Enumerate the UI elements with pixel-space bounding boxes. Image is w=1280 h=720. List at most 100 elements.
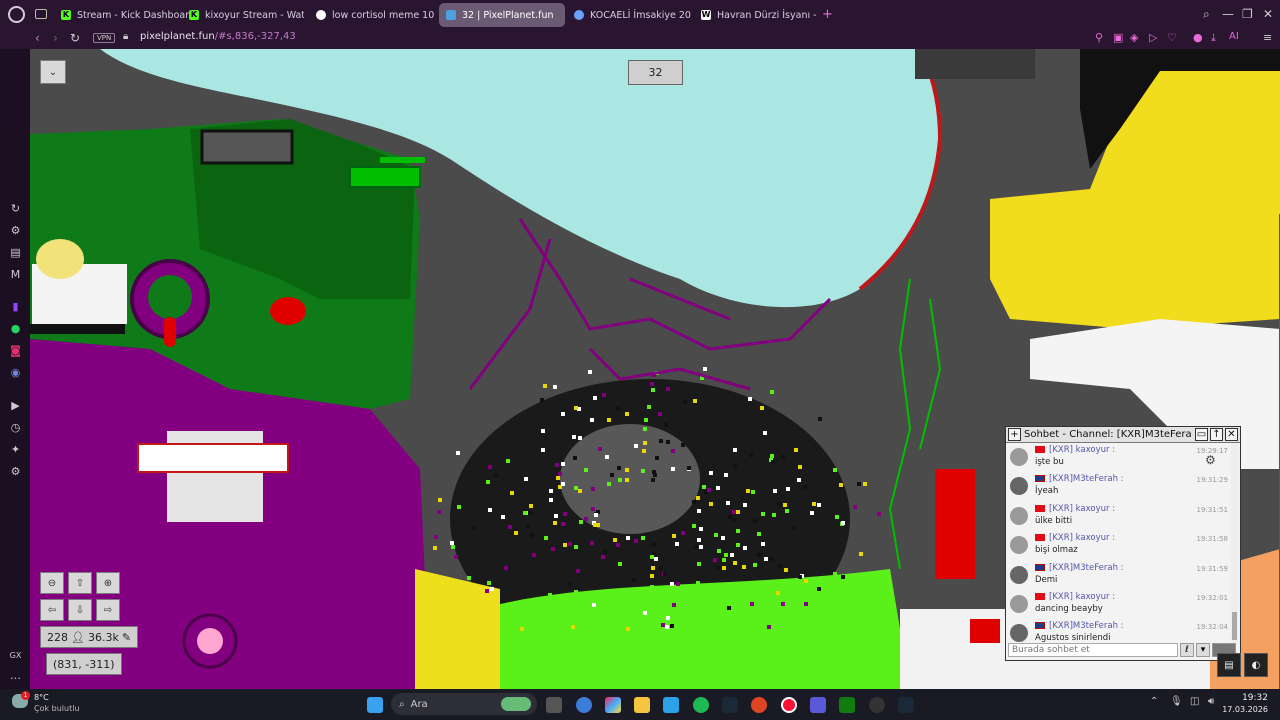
- chat-maximize-icon[interactable]: ↑: [1210, 428, 1223, 441]
- move-up-button[interactable]: ⇧: [68, 572, 92, 594]
- forward-arrow-icon[interactable]: ›: [53, 31, 58, 45]
- windows-start-icon[interactable]: [367, 697, 383, 713]
- file-explorer-icon[interactable]: [634, 697, 650, 713]
- record-app-icon[interactable]: [751, 697, 767, 713]
- chat-input[interactable]: Burada sohbet et: [1008, 643, 1178, 657]
- chat-scrollbar[interactable]: [1231, 444, 1238, 644]
- chat-add-icon[interactable]: +: [1008, 428, 1021, 441]
- gx-corner-icon[interactable]: M: [9, 268, 22, 281]
- extensions-icon[interactable]: ✦: [9, 443, 22, 456]
- zoom-in-button[interactable]: ⊕: [96, 572, 120, 594]
- chat-author[interactable]: [KXR]M3teFerah :: [1049, 621, 1124, 631]
- opera-gx-logo-icon[interactable]: [8, 6, 25, 23]
- tray-chevron-icon[interactable]: ⌃: [1150, 696, 1158, 707]
- store-icon[interactable]: [663, 697, 679, 713]
- steam-icon[interactable]: [722, 697, 738, 713]
- volume-icon[interactable]: 🔊︎: [1208, 696, 1214, 707]
- chat-author[interactable]: [KXR]M3teFerah :: [1049, 474, 1124, 484]
- zoom-out-button[interactable]: ⊖: [40, 572, 64, 594]
- online-counter[interactable]: 228 👤︎ 36.3k ✎: [40, 626, 139, 648]
- instagram-icon[interactable]: ◙: [9, 344, 22, 357]
- xbox-icon[interactable]: [839, 697, 855, 713]
- chat-author[interactable]: [KXR] kaxoyur :: [1049, 592, 1115, 602]
- move-left-button[interactable]: ⇦: [40, 599, 64, 621]
- snapshot-icon[interactable]: ▣: [1113, 31, 1123, 44]
- close-window-icon[interactable]: ✕: [1263, 7, 1273, 21]
- avatar[interactable]: [1010, 565, 1028, 584]
- gx-control-icon[interactable]: ⚙: [9, 224, 22, 237]
- history-icon[interactable]: ◷: [9, 421, 22, 434]
- profile-icon[interactable]: ●: [1193, 31, 1203, 44]
- discord-icon[interactable]: ◉: [9, 366, 22, 379]
- download-icon[interactable]: ⤓: [1211, 31, 1216, 45]
- palette-toggle-button[interactable]: ◐: [1244, 653, 1268, 677]
- chat-author[interactable]: [KXR] kaxoyur :: [1049, 445, 1115, 455]
- move-right-button[interactable]: ⇨: [96, 599, 120, 621]
- chat-scroll-thumb[interactable]: [1232, 612, 1237, 640]
- pixel-canvas[interactable]: ⌄ 32 ⊖ ⇧ ⊕ ⇦ ⇩ ⇨ 228 👤︎ 36.3k ✎ (831, -3…: [30, 49, 1280, 689]
- tab-islands-icon[interactable]: [35, 9, 47, 19]
- clock-time[interactable]: 19:32: [1226, 693, 1268, 703]
- chat-author[interactable]: [KXR] kaxoyur :: [1049, 504, 1115, 514]
- search-tabs-icon[interactable]: ⌕: [1203, 7, 1210, 22]
- chat-popout-icon[interactable]: ▭: [1195, 428, 1208, 441]
- avatar[interactable]: [1010, 536, 1028, 555]
- avatar[interactable]: [1010, 594, 1028, 613]
- avatar[interactable]: [1010, 624, 1028, 643]
- chat-attach-button[interactable]: ℓ: [1180, 643, 1194, 657]
- avatar[interactable]: [1010, 448, 1028, 466]
- reload-icon[interactable]: ↻: [70, 31, 80, 45]
- tab-pixelplanet[interactable]: 32 | PixelPlanet.fun: [439, 3, 565, 27]
- ai-button[interactable]: AI: [1229, 31, 1239, 42]
- chat-header[interactable]: + Sohbet - Channel: [KXR]M3teFerah ▭ ↑ ✕: [1006, 427, 1240, 443]
- tab-kixoyur-stream[interactable]: K kixoyur Stream - Watch Li: [182, 3, 304, 27]
- tab-low-cortisol-meme[interactable]: low cortisol meme 10 hou: [309, 3, 435, 27]
- avatar[interactable]: [1010, 477, 1028, 496]
- minimize-icon[interactable]: —: [1222, 7, 1234, 21]
- chat-message-list[interactable]: [KXR] kaxoyur :19:29:17 işte bu [KXR]M3teF…: [1006, 444, 1232, 644]
- menu-icon[interactable]: ≡: [1263, 31, 1272, 44]
- chat-toggle-button[interactable]: ▤: [1217, 653, 1241, 677]
- chat-settings-gear-icon[interactable]: ⚙: [1205, 453, 1216, 467]
- gx-cleaner-icon[interactable]: ▤: [9, 246, 22, 259]
- shield-icon[interactable]: ◈: [1130, 31, 1138, 44]
- menu-toggle-button[interactable]: ⌄: [40, 60, 66, 84]
- chat-window[interactable]: + Sohbet - Channel: [KXR]M3teFerah ▭ ↑ ✕…: [1005, 426, 1241, 661]
- chat-channel-select[interactable]: ▾: [1196, 643, 1210, 657]
- tab-kocaeli-imsakiye[interactable]: KOCAELİ İmsakiye 2026: [567, 3, 691, 27]
- spotify-icon[interactable]: [693, 697, 709, 713]
- game-app-icon[interactable]: [869, 697, 885, 713]
- heart-icon[interactable]: ♡: [1167, 31, 1177, 44]
- new-tab-plus-icon[interactable]: +: [822, 7, 833, 22]
- clock-date[interactable]: 17.03.2026: [1218, 705, 1268, 714]
- move-down-button[interactable]: ⇩: [68, 599, 92, 621]
- refresh-feed-icon[interactable]: ↻: [9, 202, 22, 215]
- tab-kick-dashboard[interactable]: K Stream - Kick Dashboard: [54, 3, 190, 27]
- chat-author[interactable]: [KXR]M3teFerah :: [1049, 563, 1124, 573]
- coordinates-display[interactable]: (831, -311): [46, 653, 122, 675]
- maximize-icon[interactable]: ❐: [1242, 7, 1253, 21]
- copilot-icon[interactable]: [605, 697, 621, 713]
- chat-author[interactable]: [KXR] kaxoyur :: [1049, 533, 1115, 543]
- microphone-icon[interactable]: 🎙︎: [1170, 696, 1183, 707]
- vpn-badge[interactable]: VPN: [93, 33, 116, 43]
- twitch-icon[interactable]: ▮: [9, 300, 22, 313]
- more-icon[interactable]: …: [9, 669, 22, 682]
- back-arrow-icon[interactable]: ‹: [35, 31, 40, 45]
- tab-havran-wikipedia[interactable]: W Havran Dürzi İsyanı - Vikip: [694, 3, 818, 27]
- lock-icon[interactable]: 🔒︎: [123, 31, 128, 42]
- player-sidebar-icon[interactable]: ▶: [9, 399, 22, 412]
- pin-icon[interactable]: ⚲: [1095, 31, 1103, 44]
- steam-second-icon[interactable]: [898, 697, 914, 713]
- network-icon[interactable]: ◫: [1190, 696, 1199, 707]
- teams-icon[interactable]: [810, 697, 826, 713]
- player-icon[interactable]: ▷: [1149, 31, 1157, 44]
- chat-close-icon[interactable]: ✕: [1225, 428, 1238, 441]
- taskbar-search[interactable]: ⌕ Ara: [391, 693, 537, 715]
- edge-icon[interactable]: [576, 697, 592, 713]
- avatar[interactable]: [1010, 506, 1028, 525]
- url-field[interactable]: pixelplanet.fun/#s,836,-327,43: [140, 31, 296, 42]
- opera-gx-taskbar-icon[interactable]: [781, 697, 797, 713]
- task-view-icon[interactable]: [546, 697, 562, 713]
- settings-icon[interactable]: ⚙: [9, 465, 22, 478]
